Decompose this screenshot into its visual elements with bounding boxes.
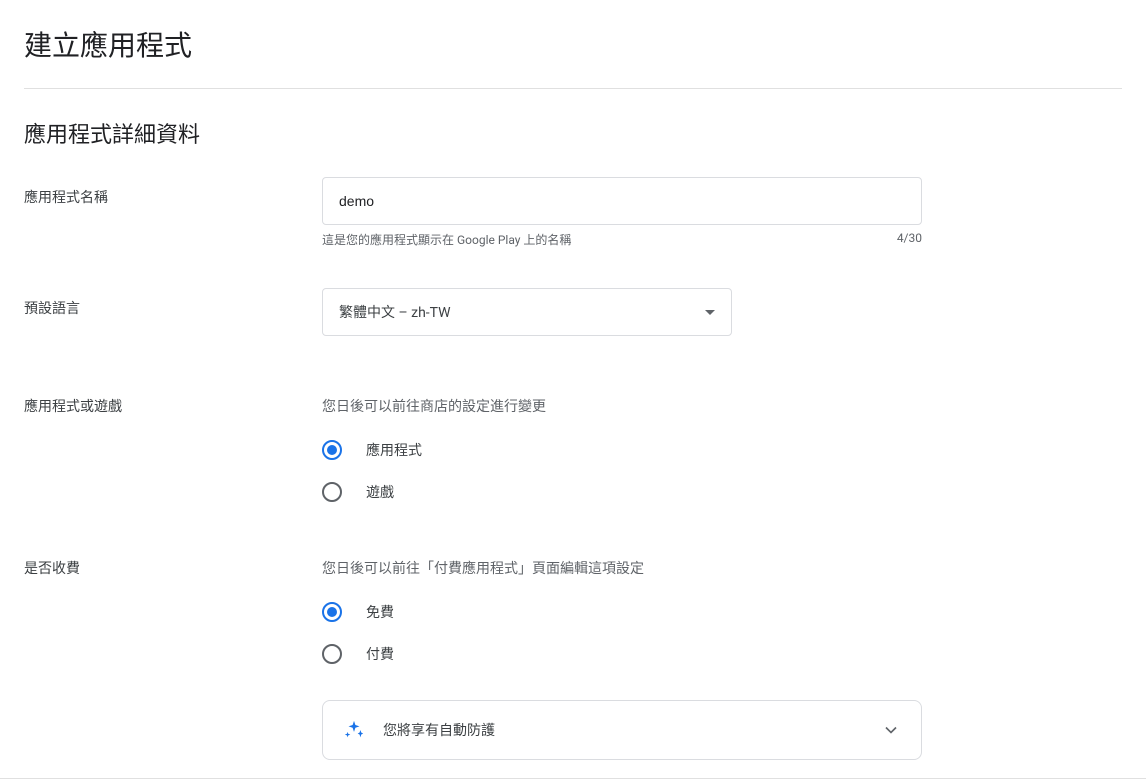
radio-icon: [322, 644, 342, 664]
app-or-game-row: 應用程式或遊戲 您日後可以前往商店的設定進行變更 應用程式 遊戲: [24, 396, 1122, 502]
chevron-down-icon: [881, 720, 901, 740]
radio-icon: [322, 482, 342, 502]
radio-option-free[interactable]: 免費: [322, 602, 942, 622]
protection-card[interactable]: 您將享有自動防護: [322, 700, 922, 760]
paid-label: 是否收費: [24, 558, 322, 578]
protection-card-title: 您將享有自動防護: [383, 720, 495, 740]
radio-option-paid[interactable]: 付費: [322, 644, 942, 664]
section-title: 應用程式詳細資料: [24, 117, 1122, 149]
paid-row: 是否收費 您日後可以前往「付費應用程式」頁面編輯這項設定 免費 付費: [24, 558, 1122, 760]
radio-option-app[interactable]: 應用程式: [322, 440, 942, 460]
app-name-helper: 這是您的應用程式顯示在 Google Play 上的名稱: [322, 231, 571, 248]
language-selected: 繁體中文 – zh-TW: [339, 302, 451, 322]
radio-icon: [322, 440, 342, 460]
page-title: 建立應用程式: [24, 24, 1122, 89]
app-name-row: 應用程式名稱 這是您的應用程式顯示在 Google Play 上的名稱 4/30: [24, 177, 1122, 248]
caret-down-icon: [705, 310, 715, 315]
paid-hint: 您日後可以前往「付費應用程式」頁面編輯這項設定: [322, 558, 942, 578]
app-name-label: 應用程式名稱: [24, 177, 322, 207]
radio-label-game: 遊戲: [366, 482, 394, 502]
language-row: 預設語言 繁體中文 – zh-TW: [24, 288, 1122, 336]
app-name-counter: 4/30: [897, 231, 922, 248]
radio-option-game[interactable]: 遊戲: [322, 482, 942, 502]
app-or-game-label: 應用程式或遊戲: [24, 396, 322, 416]
radio-label-free: 免費: [366, 602, 394, 622]
radio-label-paid: 付費: [366, 644, 394, 664]
language-select[interactable]: 繁體中文 – zh-TW: [322, 288, 732, 336]
sparkle-icon: [343, 719, 365, 741]
app-or-game-hint: 您日後可以前往商店的設定進行變更: [322, 396, 942, 416]
language-label: 預設語言: [24, 288, 322, 318]
app-name-input[interactable]: [322, 177, 922, 225]
radio-label-app: 應用程式: [366, 440, 422, 460]
radio-icon: [322, 602, 342, 622]
